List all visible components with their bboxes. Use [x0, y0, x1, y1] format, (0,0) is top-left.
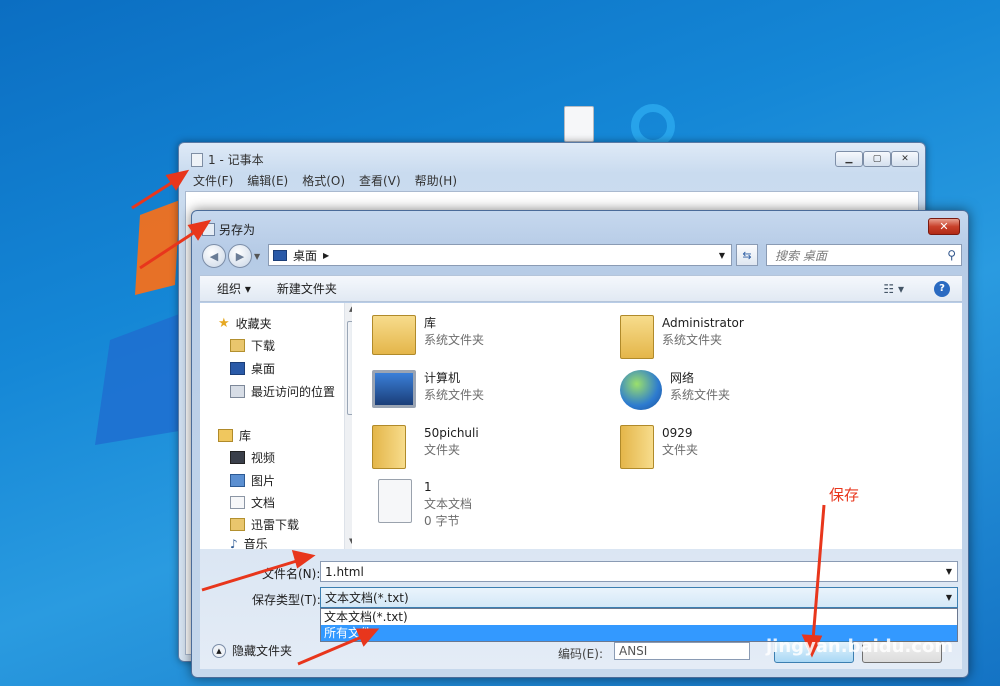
arrow-to-all-files — [297, 634, 365, 666]
save-annotation-text: 保存 — [829, 486, 860, 504]
arrowhead — [355, 628, 380, 647]
arrow-to-filename — [201, 558, 301, 592]
arrowhead — [165, 169, 190, 191]
annotation-arrows — [131, 169, 826, 666]
arrow-to-save — [811, 504, 826, 641]
baidu-watermark: jingyan.baidu.com — [766, 636, 954, 657]
arrowhead — [291, 549, 316, 569]
arrow-to-dialog — [139, 228, 199, 270]
arrowhead — [187, 219, 212, 241]
arrow-to-file-menu — [131, 178, 177, 210]
